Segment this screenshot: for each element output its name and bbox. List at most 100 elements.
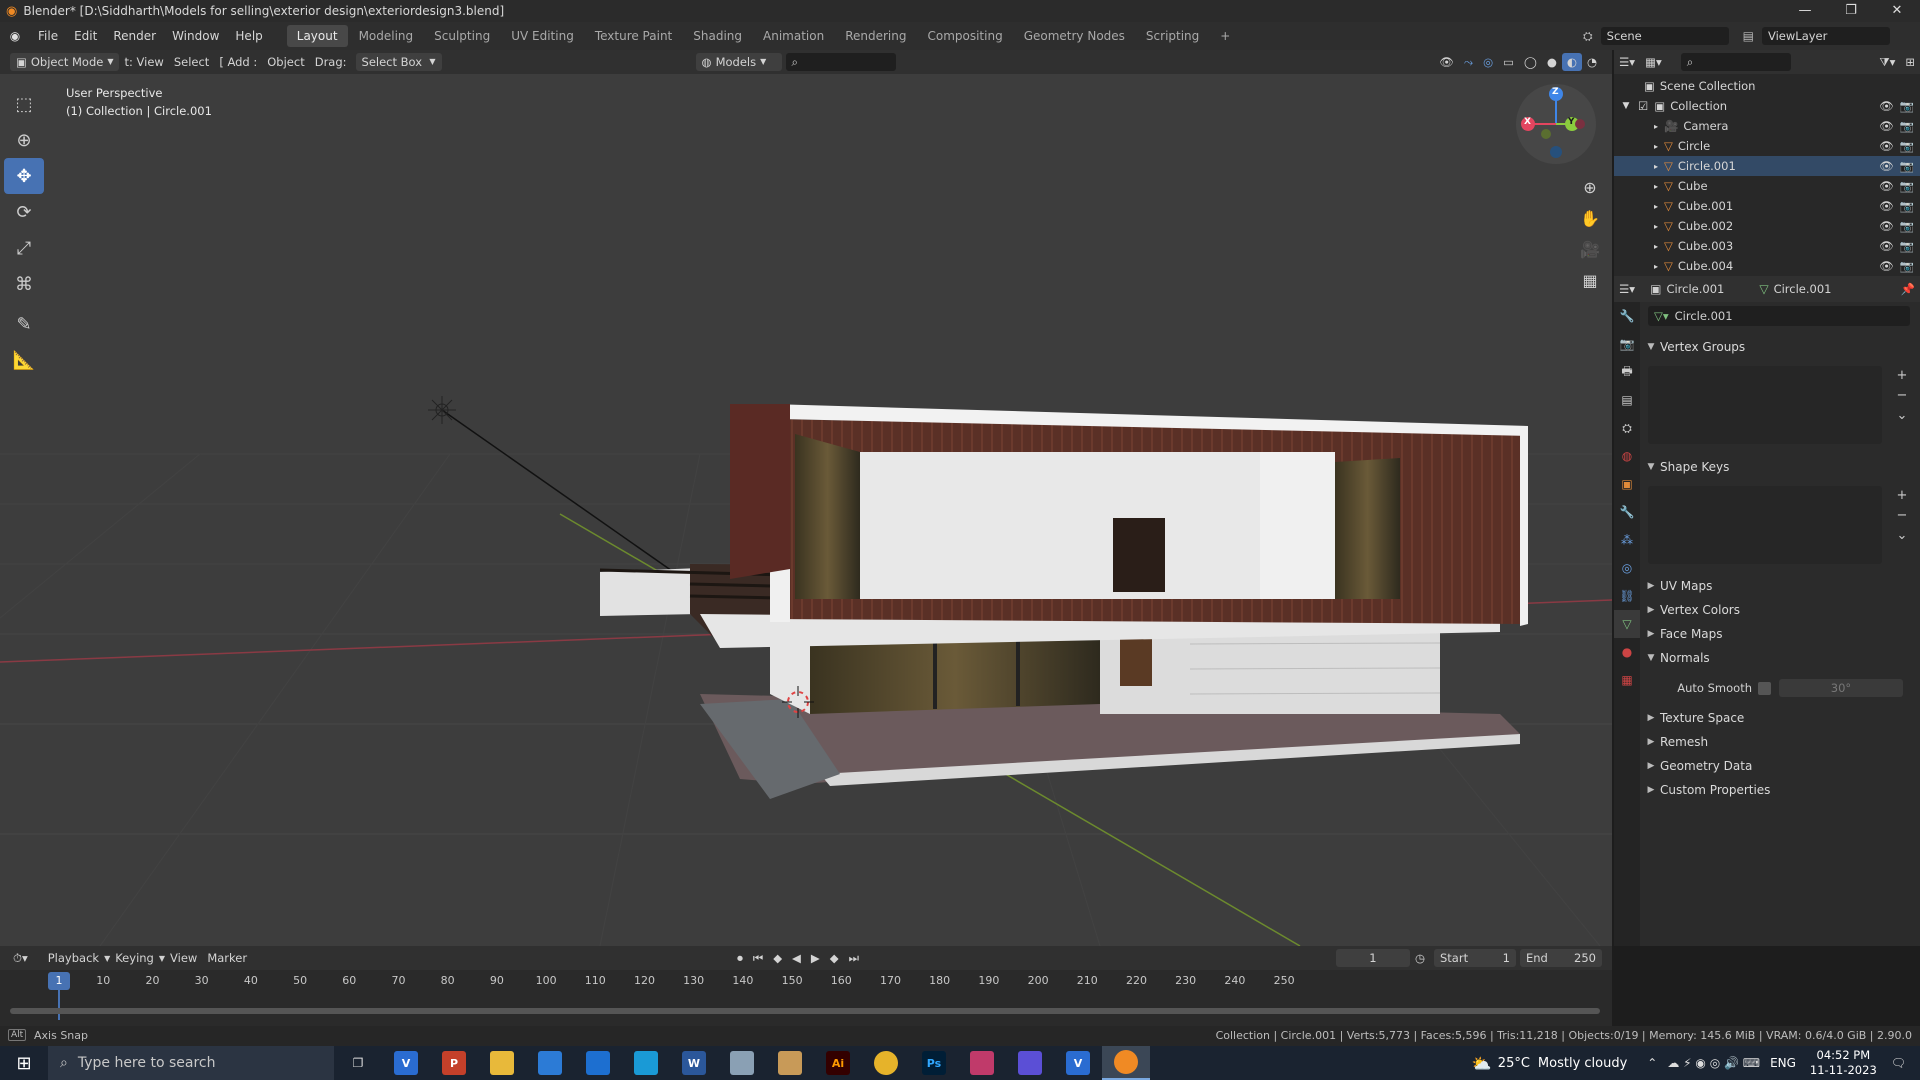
- close-button[interactable]: ✕: [1874, 0, 1920, 22]
- physics-tab-icon[interactable]: ◎: [1614, 554, 1640, 582]
- display-mode-icon[interactable]: ▦▾: [1640, 53, 1667, 71]
- view-menu[interactable]: t: View: [119, 53, 168, 71]
- mesh-data-tab-icon[interactable]: ▽: [1614, 610, 1640, 638]
- outliner-item[interactable]: ▸ 🎥 Camera 👁 📷: [1614, 116, 1920, 136]
- panel-texture-space[interactable]: ▶ Texture Space: [1642, 707, 1920, 729]
- next-keyframe-button[interactable]: ◆: [825, 949, 844, 967]
- outliner-item[interactable]: ▸ ▽ Cube.004 👁 📷: [1614, 256, 1920, 276]
- texture-tab-icon[interactable]: ▦: [1614, 666, 1640, 694]
- tab-scripting[interactable]: Scripting: [1136, 25, 1209, 47]
- start-frame-field[interactable]: Start 1: [1434, 949, 1516, 967]
- eye-icon[interactable]: 👁: [1879, 99, 1894, 113]
- move-tool[interactable]: ✥: [4, 158, 44, 194]
- shape-key-menu-icon[interactable]: ⌄: [1892, 526, 1912, 546]
- mail-app-icon[interactable]: [526, 1046, 574, 1080]
- panel-face-maps[interactable]: ▶ Face Maps: [1642, 623, 1920, 645]
- modifier-tab-icon[interactable]: 🔧: [1614, 498, 1640, 526]
- tab-compositing[interactable]: Compositing: [917, 25, 1012, 47]
- marker-menu[interactable]: Marker: [202, 949, 252, 967]
- file-explorer-icon[interactable]: [478, 1046, 526, 1080]
- blender-menu-icon[interactable]: ◉: [0, 29, 30, 43]
- eye-icon[interactable]: 👁: [1879, 119, 1894, 133]
- pin-icon[interactable]: 📌: [1896, 280, 1920, 298]
- tab-animation[interactable]: Animation: [753, 25, 834, 47]
- mesh-name-field[interactable]: ▽▾ Circle.001: [1648, 306, 1910, 326]
- jump-start-button[interactable]: ⏮: [748, 949, 768, 967]
- language-indicator[interactable]: ENG: [1770, 1056, 1796, 1070]
- taskbar-search-box[interactable]: ⌕ Type here to search: [48, 1046, 334, 1080]
- playback-menu[interactable]: Playback: [43, 949, 104, 967]
- clock-icon[interactable]: ◷: [1410, 949, 1430, 967]
- eye-icon[interactable]: 👁: [1879, 239, 1894, 253]
- keying-menu[interactable]: Keying: [110, 949, 159, 967]
- panel-remesh[interactable]: ▶ Remesh: [1642, 731, 1920, 753]
- playhead[interactable]: 1: [48, 972, 70, 990]
- weather-temp[interactable]: 25°C: [1498, 1056, 1530, 1071]
- view-menu[interactable]: View: [165, 949, 202, 967]
- tab-shading[interactable]: Shading: [683, 25, 752, 47]
- ortho-grid-icon[interactable]: ▦: [1576, 265, 1604, 296]
- outliner-collection[interactable]: ▼ ☑ ▣ Collection 👁 📷: [1614, 96, 1920, 116]
- particles-tab-icon[interactable]: ⁂: [1614, 526, 1640, 554]
- scale-tool[interactable]: ⤢: [4, 230, 44, 266]
- outliner-item-active[interactable]: ▸ ▽ Circle.001 👁 📷: [1614, 156, 1920, 176]
- camera-view-icon[interactable]: 🎥: [1576, 234, 1604, 265]
- panel-vertex-groups[interactable]: ▼ Vertex Groups: [1642, 336, 1920, 358]
- world-tab-icon[interactable]: ◍: [1614, 442, 1640, 470]
- editor-type-icon[interactable]: ⏱▾: [8, 949, 33, 967]
- rotate-tool[interactable]: ⟳: [4, 194, 44, 230]
- output-tab-icon[interactable]: 🖶: [1614, 358, 1640, 386]
- outliner-scene-collection[interactable]: ▣ Scene Collection: [1614, 76, 1920, 96]
- tray-chevron-icon[interactable]: ⌃: [1647, 1056, 1657, 1070]
- current-frame-field[interactable]: 1: [1335, 949, 1410, 967]
- xray-icon[interactable]: ▭: [1498, 53, 1519, 71]
- camera-icon[interactable]: 📷: [1900, 219, 1914, 233]
- measure-tool[interactable]: 📐: [4, 342, 44, 378]
- menu-window[interactable]: Window: [164, 22, 227, 50]
- camera-icon[interactable]: 📷: [1900, 139, 1914, 153]
- camera-icon[interactable]: 📷: [1900, 99, 1914, 113]
- jump-end-button[interactable]: ⏭: [844, 949, 864, 967]
- scene-selector[interactable]: Scene: [1600, 27, 1729, 45]
- outliner-item[interactable]: ▸ ▽ Cube.001 👁 📷: [1614, 196, 1920, 216]
- navigation-gizmo[interactable]: Z X Y: [1516, 84, 1596, 164]
- filter-icon[interactable]: ⧩▾: [1874, 53, 1900, 71]
- camera-icon[interactable]: 📷: [1900, 179, 1914, 193]
- annotate-tool[interactable]: ✎: [4, 306, 44, 342]
- blender-app-icon[interactable]: [1102, 1046, 1150, 1080]
- tab-modeling[interactable]: Modeling: [349, 25, 424, 47]
- object-menu[interactable]: Object: [262, 53, 309, 71]
- files-app-icon[interactable]: [766, 1046, 814, 1080]
- camera-icon[interactable]: 📷: [1900, 159, 1914, 173]
- minimize-button[interactable]: —: [1782, 0, 1828, 22]
- prev-keyframe-button[interactable]: ◆: [768, 949, 787, 967]
- auto-smooth-checkbox[interactable]: [1758, 681, 1771, 695]
- camera-icon[interactable]: 📷: [1900, 199, 1914, 213]
- zoom-icon[interactable]: ⊕: [1576, 172, 1604, 203]
- checkbox-icon[interactable]: ☑: [1638, 99, 1648, 113]
- powerpoint-app-icon[interactable]: P: [430, 1046, 478, 1080]
- cursor-tool[interactable]: ⊕: [4, 122, 44, 158]
- material-shading-icon[interactable]: ◐: [1561, 53, 1582, 71]
- visibility-icon[interactable]: 👁: [1434, 53, 1459, 71]
- vertex-groups-list[interactable]: [1648, 366, 1882, 444]
- chrome-app-icon[interactable]: [862, 1046, 910, 1080]
- object-tab-icon[interactable]: ▣: [1614, 470, 1640, 498]
- tab-layout[interactable]: Layout: [286, 25, 348, 47]
- snipping-app-icon[interactable]: [958, 1046, 1006, 1080]
- play-reverse-button[interactable]: ◀: [787, 949, 806, 967]
- panel-uv-maps[interactable]: ▶ UV Maps: [1642, 575, 1920, 597]
- add-workspace-button[interactable]: +: [1210, 25, 1240, 47]
- camera-icon[interactable]: 📷: [1900, 259, 1914, 273]
- outliner-item[interactable]: ▸ ▽ Cube 👁 📷: [1614, 176, 1920, 196]
- viewport-search-input[interactable]: ⌕: [785, 53, 896, 71]
- select-menu[interactable]: Select: [169, 53, 214, 71]
- transform-tool[interactable]: ⌘: [4, 266, 44, 302]
- remove-vertex-group-button[interactable]: −: [1892, 386, 1912, 406]
- wireframe-shading-icon[interactable]: ◯: [1519, 53, 1542, 71]
- notification-icon[interactable]: 🗨: [1891, 1056, 1906, 1070]
- gizmo-toggle-icon[interactable]: ⤳: [1459, 53, 1478, 71]
- illustrator-app-icon[interactable]: Ai: [814, 1046, 862, 1080]
- app-icon[interactable]: [1006, 1046, 1054, 1080]
- outliner-search-input[interactable]: ⌕: [1680, 53, 1791, 71]
